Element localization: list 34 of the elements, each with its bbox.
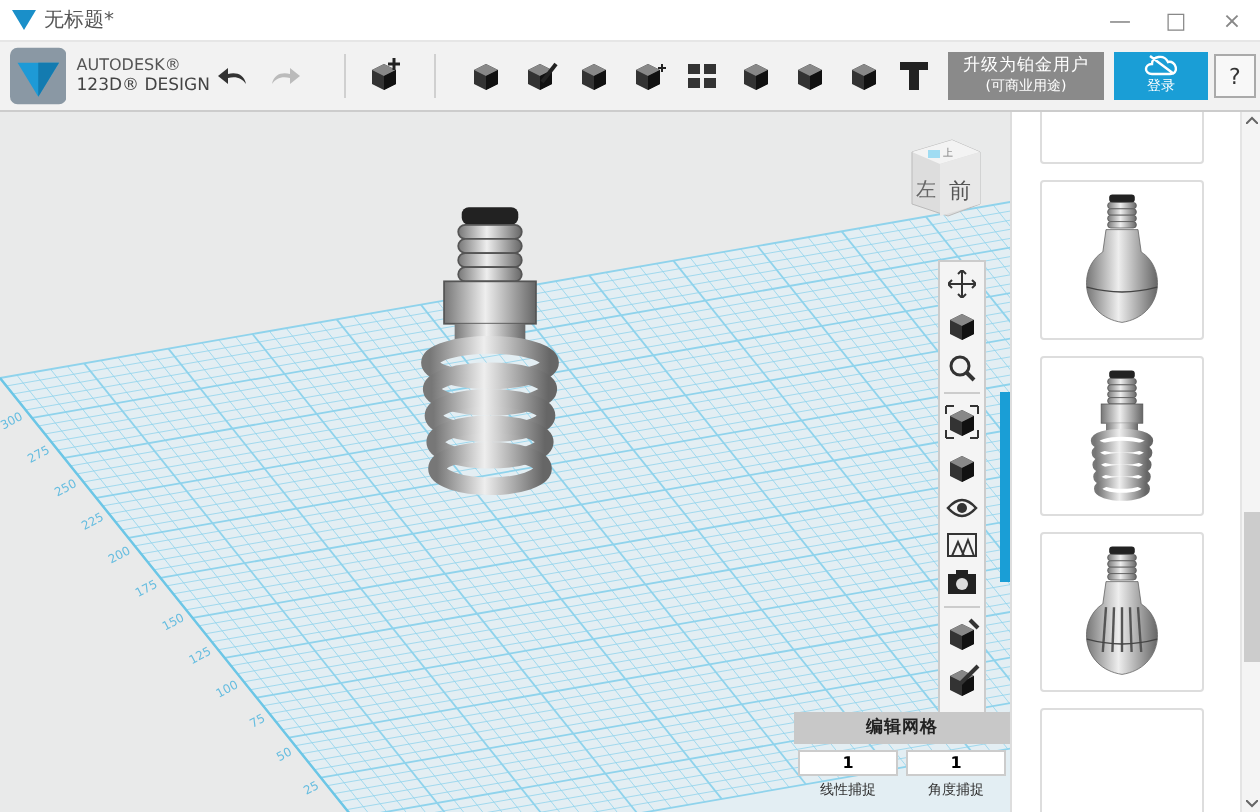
minimize-button[interactable]: —	[1092, 7, 1148, 33]
pan-icon[interactable]	[948, 270, 976, 298]
app-logo	[10, 46, 67, 106]
paint-icon[interactable]	[944, 664, 980, 700]
close-button[interactable]: ×	[1204, 7, 1260, 33]
zoom-icon[interactable]	[948, 354, 976, 382]
maximize-button[interactable]: □	[1148, 7, 1204, 33]
cloud-icon	[1143, 54, 1180, 76]
scroll-down-icon[interactable]	[1245, 800, 1257, 808]
pattern-icon[interactable]	[683, 58, 720, 94]
scroll-up-icon[interactable]	[1245, 116, 1257, 124]
edit-grid-header[interactable]: 编辑网格	[794, 712, 1010, 744]
text-tool-icon[interactable]	[899, 60, 928, 92]
product-name: 123D® DESIGN	[76, 76, 210, 96]
scrollbar-thumb[interactable]	[1244, 512, 1260, 662]
materials-icon[interactable]	[946, 530, 978, 558]
undo-icon[interactable]	[218, 62, 250, 90]
snap-input[interactable]: 1	[906, 750, 1006, 776]
library-card[interactable]	[1040, 180, 1204, 340]
library-card[interactable]	[1040, 532, 1204, 692]
snap-input[interactable]: 1	[798, 750, 898, 776]
fit-view-icon[interactable]	[944, 404, 980, 440]
cube-face-label: 前	[949, 178, 971, 204]
camera-icon[interactable]	[946, 568, 978, 596]
window-title: 无标题*	[44, 7, 116, 34]
panel-toggle-tab[interactable]	[1000, 392, 1010, 582]
brand-name: AUTODESK®	[76, 56, 183, 76]
cube-snap-icon[interactable]	[944, 618, 980, 654]
cube-face-label: 左	[916, 180, 936, 202]
eye-icon[interactable]	[946, 496, 978, 520]
app-icon	[12, 10, 36, 30]
scrollbar[interactable]	[1240, 112, 1260, 812]
help-button[interactable]: ?	[1213, 54, 1256, 98]
library-card[interactable]	[1040, 356, 1204, 516]
